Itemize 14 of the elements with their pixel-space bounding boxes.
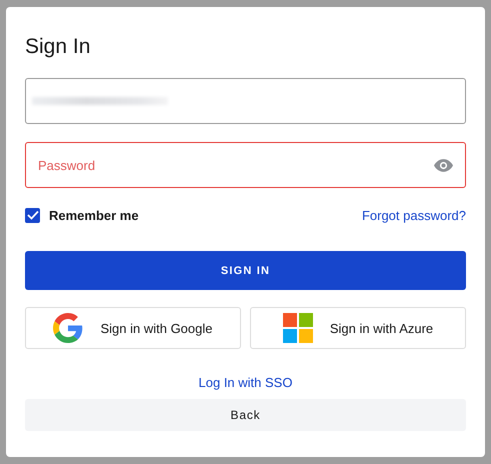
remember-label: Remember me bbox=[49, 208, 139, 222]
remember-checkbox[interactable] bbox=[25, 208, 40, 222]
google-g-icon bbox=[53, 313, 84, 343]
forgot-password-link[interactable]: Forgot password? bbox=[362, 208, 466, 222]
back-button[interactable]: Back bbox=[25, 399, 466, 431]
sign-in-button[interactable]: SIGN IN bbox=[25, 251, 466, 290]
sign-in-with-google-button[interactable]: Sign in with Google bbox=[25, 307, 241, 349]
dialog-title: Sign In bbox=[25, 34, 90, 60]
username-field[interactable] bbox=[25, 78, 466, 124]
sign-in-with-azure-button[interactable]: Sign in with Azure bbox=[250, 307, 466, 349]
password-field[interactable]: Password bbox=[25, 142, 466, 188]
sso-link[interactable]: Log In with SSO bbox=[198, 375, 292, 390]
eye-icon[interactable] bbox=[434, 158, 453, 172]
four-squares-icon bbox=[282, 313, 313, 343]
